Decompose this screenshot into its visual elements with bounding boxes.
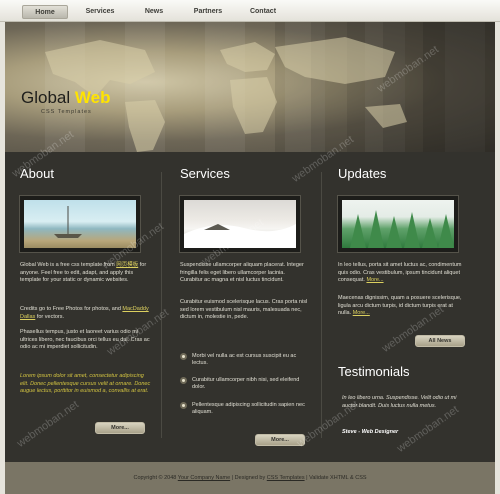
nav-contact[interactable]: Contact — [242, 5, 284, 19]
about-italic-text: Lorem ipsum dolor sit amet, consectetur … — [20, 373, 151, 395]
company-link[interactable]: Your Company Name — [178, 475, 230, 481]
boat-image — [54, 206, 82, 238]
all-news-button[interactable]: All News — [415, 335, 465, 347]
about-heading: About — [20, 166, 54, 181]
services-heading: Services — [180, 166, 230, 181]
column-divider — [161, 172, 162, 438]
footer: Copyright © 2048 Your Company Name | Des… — [5, 462, 495, 494]
about-paragraph-2: Credits go to Free Photos for photos, an… — [20, 306, 149, 320]
services-paragraph-2: Curabitur euismod scelerisque lacus. Cra… — [180, 299, 308, 321]
site-logo[interactable]: Global Web — [21, 88, 110, 108]
service-list-item: Pellentesque adipiscing sollicitudin sap… — [192, 402, 305, 415]
services-photo — [180, 196, 300, 252]
updates-photo — [338, 196, 458, 252]
top-navigation: Home Services News Partners Contact — [0, 0, 500, 22]
about-paragraph-3: Phasellus tempus, justo et laoreet variu… — [20, 329, 150, 351]
testimonial-author: Steve - Web Designer — [342, 429, 399, 435]
updates-heading: Updates — [338, 166, 387, 181]
main-content: About Global Web is a free css template … — [5, 152, 495, 462]
testimonials-heading: Testimonials — [338, 364, 410, 379]
logo-subtitle: CSS Templates — [41, 109, 92, 115]
about-paragraph-1: Global Web is a free css template from 网… — [20, 262, 147, 284]
updates-paragraph-1: In leo tellus, porta sit amet luctus ac,… — [338, 262, 462, 284]
nav-services[interactable]: Services — [78, 5, 122, 19]
updates-paragraph-2: Maecenas dignissim, quam a posuere scele… — [338, 295, 462, 317]
template-link[interactable]: 网页模板 — [116, 262, 138, 268]
header-banner: Global Web CSS Templates — [5, 22, 495, 152]
nav-partners[interactable]: Partners — [186, 5, 230, 19]
about-photo — [20, 196, 140, 252]
bullet-icon — [180, 402, 187, 409]
updates-more-link-2[interactable]: More... — [353, 310, 370, 316]
logo-title-part1: Global — [21, 88, 71, 107]
service-list-item: Curabitur ullamcorper nibh nisi, sed ele… — [192, 377, 300, 390]
logo-title-part2: Web — [74, 88, 111, 107]
world-map-graphic — [45, 37, 407, 152]
nav-news[interactable]: News — [134, 5, 174, 19]
bullet-icon — [180, 353, 187, 360]
bullet-icon — [180, 377, 187, 384]
nav-home[interactable]: Home — [22, 5, 68, 19]
services-more-button[interactable]: More... — [255, 434, 305, 446]
service-list-item: Morbi vel nulla ac est cursus suscipit e… — [192, 353, 297, 366]
snow-hill-image — [184, 224, 296, 248]
updates-more-link-1[interactable]: More... — [366, 277, 383, 283]
forest-image — [350, 210, 454, 248]
column-divider — [321, 172, 322, 438]
designer-link[interactable]: CSS Templates — [267, 475, 305, 481]
testimonial-quote: In leo libero urna. Suspendisse. Velit o… — [342, 395, 457, 409]
copyright-text: Copyright © 2048 Your Company Name | Des… — [133, 475, 367, 481]
about-more-button[interactable]: More... — [95, 422, 145, 434]
services-paragraph-1: Suspendisse ullamcorper aliquam placerat… — [180, 262, 304, 284]
